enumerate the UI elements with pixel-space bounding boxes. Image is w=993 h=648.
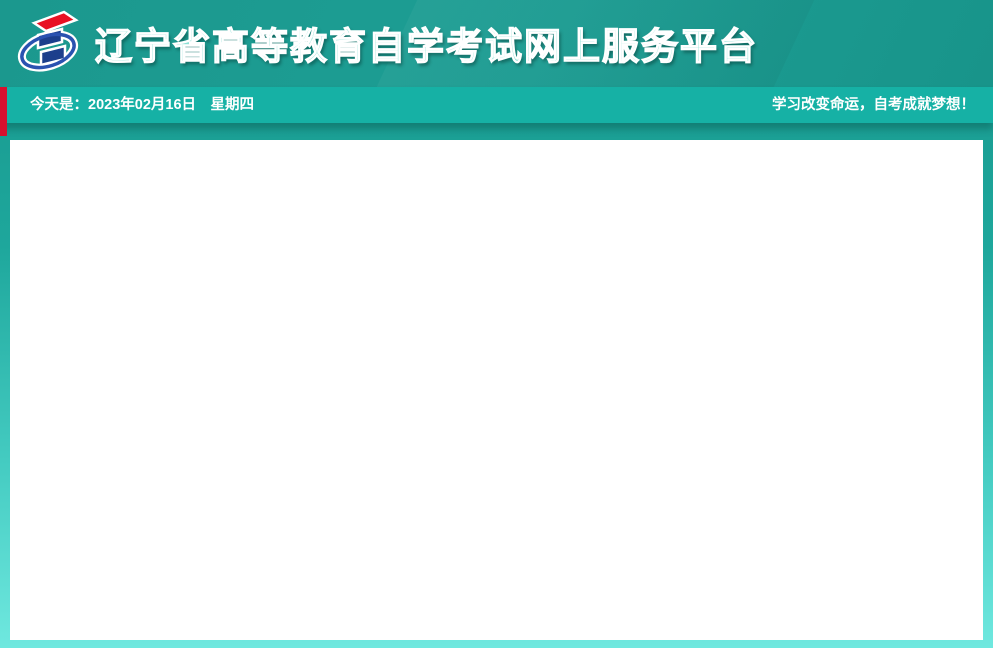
site-logo-icon <box>14 7 86 81</box>
site-title: 辽宁省高等教育自学考试网上服务平台 <box>95 16 758 70</box>
page-root: 辽宁省高等教育自学考试网上服务平台 今天是：2023年02月16日 星期四 学习… <box>0 0 993 648</box>
top-info-bar: 今天是：2023年02月16日 星期四 学习改变命运，自考成就梦想！ <box>0 87 993 123</box>
current-date-text: 今天是：2023年02月16日 星期四 <box>30 87 254 123</box>
site-header: 辽宁省高等教育自学考试网上服务平台 <box>0 0 993 87</box>
red-accent-bar <box>0 87 7 136</box>
slogan-text: 学习改变命运，自考成就梦想！ <box>772 87 975 123</box>
content-panel <box>10 140 983 640</box>
